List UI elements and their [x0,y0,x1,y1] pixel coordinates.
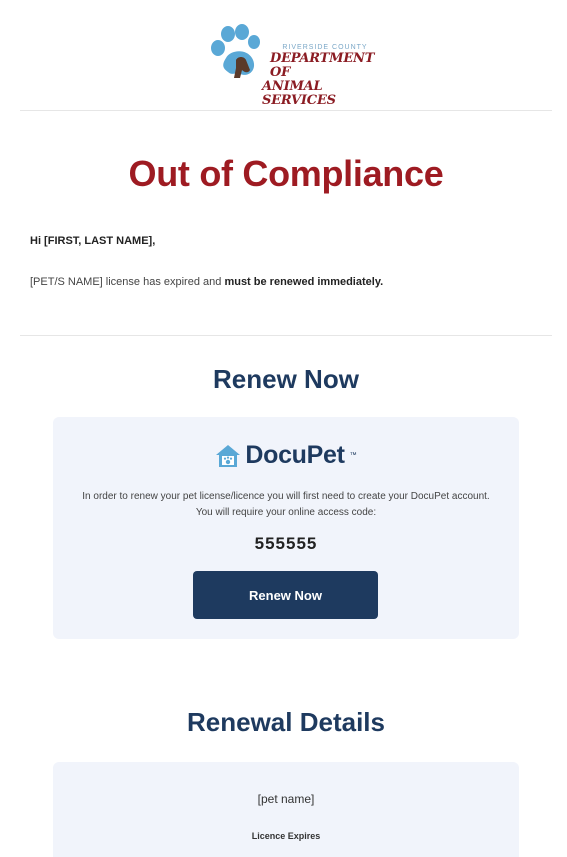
expiry-message: [PET/S NAME] license has expired and mus… [30,276,383,288]
renew-now-button[interactable]: Renew Now [193,571,378,619]
logo-line-animal-services: ANIMAL SERVICES [262,79,336,108]
logo-wordmark: RIVERSIDE COUNTY DEPARTMENT OF ANIMAL SE… [260,44,390,108]
greeting-text: Hi [FIRST, LAST NAME], [30,235,156,247]
house-paw-icon [216,444,241,467]
renewal-details-card: [pet name] Licence Expires [53,762,519,857]
licence-expires-label: Licence Expires [251,831,321,841]
access-code: 555555 [254,534,318,553]
renew-instructions: In order to renew your pet license/licen… [82,491,490,518]
renewal-details-title: Renewal Details [187,707,385,737]
renew-section-title: Renew Now [213,364,359,394]
expiry-message-emphasis: must be renewed immediately. [224,276,384,288]
department-logo: RIVERSIDE COUNTY DEPARTMENT OF ANIMAL SE… [206,22,386,108]
expiry-message-text: [PET/S NAME] license has expired and [30,276,225,288]
email-container: RIVERSIDE COUNTY DEPARTMENT OF ANIMAL SE… [20,0,552,857]
logo-line-department: DEPARTMENT OF [270,51,375,80]
docupet-logo: DocuPet ™ [53,441,519,471]
renew-card: DocuPet ™ In order to renew your pet lice… [53,417,519,639]
pet-name: [pet name] [257,792,315,806]
paw-print-icon [211,24,260,78]
trademark-mark: ™ [349,452,357,459]
docupet-wordmark: DocuPet [245,441,345,469]
intro-section: Out of Compliance Hi [FIRST, LAST NAME],… [20,111,552,335]
page-title: Out of Compliance [128,153,444,194]
email-header: RIVERSIDE COUNTY DEPARTMENT OF ANIMAL SE… [20,0,552,110]
intro-divider [20,335,552,336]
